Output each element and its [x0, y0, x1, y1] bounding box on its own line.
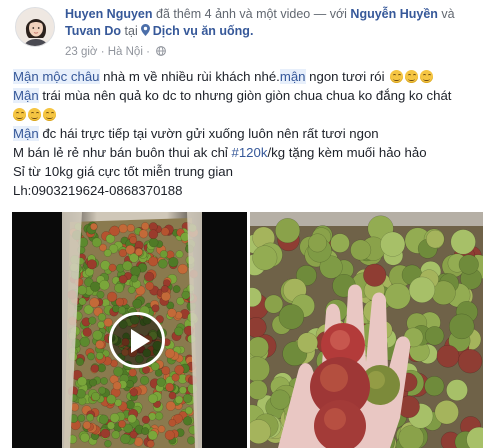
smiling-face-icon — [420, 70, 434, 83]
play-button[interactable] — [109, 312, 165, 368]
highlighted-keyword[interactable]: Mận — [13, 126, 39, 141]
place-link[interactable]: Dịch vụ ăn uống. — [153, 24, 254, 38]
play-icon — [131, 329, 150, 353]
body-text: đc hái trực tiếp tại vườn gửi xuống luôn… — [38, 126, 379, 141]
smiling-face-icon — [390, 70, 404, 83]
feed-post: Huyen Nguyen đã thêm 4 ảnh và một video … — [0, 0, 495, 448]
tagged-user-link[interactable]: Nguyễn Huyền — [350, 7, 438, 21]
author-name-link[interactable]: Huyen Nguyen — [65, 7, 153, 21]
location-link[interactable]: Hà Nội — [108, 46, 143, 58]
body-text: /kg tặng kèm muối hảo hảo — [267, 145, 427, 160]
smiling-face-icon — [28, 108, 41, 121]
video-thumbnail[interactable] — [12, 212, 247, 448]
body-line: Sỉ từ 10kg giá cực tốt miễn trung gian — [13, 164, 233, 179]
body-text: trái mùa nên quả ko dc to nhưng giòn giò… — [38, 88, 452, 103]
body-line: Mận trái mùa nên quả ko dc to nhưng giòn… — [13, 86, 488, 105]
body-line: Mận mộc châu nhà m về nhiều rùi khách nh… — [13, 67, 488, 86]
post-header: Huyen Nguyen đã thêm 4 ảnh và một video … — [65, 6, 475, 40]
conjunction-text: và — [441, 7, 455, 21]
body-text: ngon tươi rói — [305, 69, 385, 84]
highlighted-keyword[interactable]: Mận mộc châu — [13, 69, 100, 84]
post-action-text: đã thêm 4 ảnh và một video — với — [156, 7, 347, 21]
post-meta: 23 giờ · Hà Nội · — [65, 46, 167, 58]
post-timestamp-link[interactable]: 23 giờ — [65, 46, 97, 58]
body-line — [13, 105, 488, 124]
body-line: Mận đc hái trực tiếp tại vườn gửi xuống … — [13, 124, 488, 143]
smiling-face-icon — [405, 70, 419, 83]
meta-separator: · — [146, 46, 150, 58]
smiling-face-icon — [43, 108, 56, 121]
meta-separator: · — [100, 46, 105, 58]
globe-icon[interactable] — [156, 46, 167, 56]
photo-thumbnail[interactable] — [250, 212, 483, 448]
body-text: M bán lẻ rẻ như bán buôn thui ak chỉ — [13, 145, 232, 160]
tagged-user-link[interactable]: Tuvan Do — [65, 24, 121, 38]
hashtag-link[interactable]: #120k — [232, 145, 268, 160]
post-body: Mận mộc châu nhà m về nhiều rùi khách nh… — [13, 67, 488, 200]
at-text: tại — [124, 24, 138, 38]
body-text: nhà m về nhiều rùi khách nhé. — [99, 69, 280, 84]
body-line: Lh:0903219624-0868370188 — [13, 183, 183, 198]
highlighted-keyword[interactable]: mận — [279, 69, 306, 84]
location-pin-icon — [140, 24, 150, 36]
highlighted-keyword[interactable]: Mận — [13, 88, 39, 103]
smiling-face-icon — [13, 108, 26, 121]
author-avatar[interactable] — [15, 7, 55, 47]
body-line: M bán lẻ rẻ như bán buôn thui ak chỉ #12… — [13, 143, 488, 162]
